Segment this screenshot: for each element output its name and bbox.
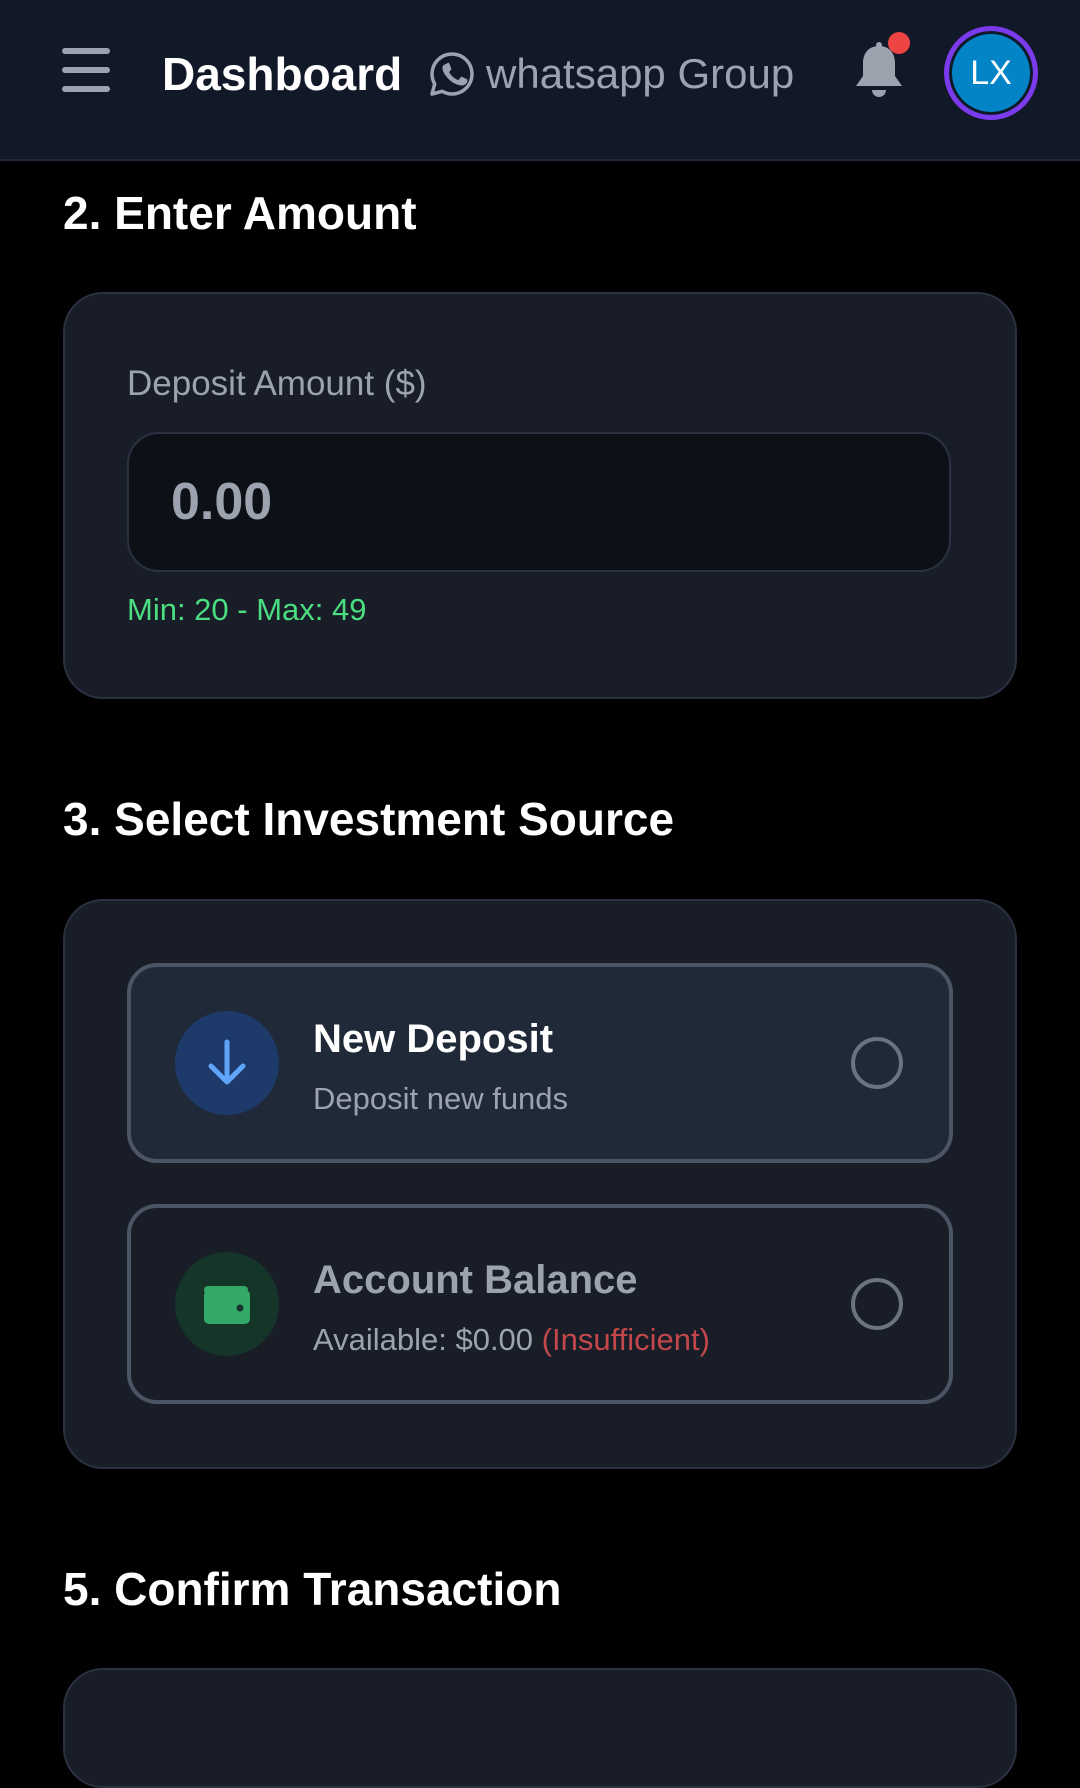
amount-card: Deposit Amount ($) Min: 20 - Max: 49 [63,292,1017,699]
whatsapp-group-label: whatsapp Group [486,50,795,97]
new-deposit-subtitle: Deposit new funds [313,1081,569,1116]
account-balance-option[interactable]: Account Balance Available: $0.00 (Insuff… [127,1204,953,1404]
amount-limits: Min: 20 - Max: 49 [127,592,367,627]
source-card: New Deposit Deposit new funds Account Ba… [63,899,1017,1469]
new-deposit-radio[interactable] [851,1037,903,1089]
account-balance-title: Account Balance [313,1258,638,1302]
account-balance-subtitle: Available: $0.00 (Insufficient) [313,1322,710,1358]
insufficient-warning: (Insufficient) [541,1322,710,1357]
top-header: Dashboard whatsapp Group LX [0,0,1080,161]
page-title: Dashboard [162,48,403,100]
new-deposit-title: New Deposit [313,1017,554,1061]
available-balance-text: Available: $0.00 [313,1322,534,1357]
user-avatar[interactable]: LX [944,26,1038,120]
confirm-card [63,1668,1017,1788]
account-balance-radio[interactable] [851,1278,903,1330]
enter-amount-heading: 2. Enter Amount [63,187,417,239]
confirm-transaction-heading: 5. Confirm Transaction [63,1563,562,1615]
notification-dot [888,32,910,54]
arrow-down-icon [175,1011,279,1115]
wallet-icon [175,1252,279,1356]
new-deposit-option[interactable]: New Deposit Deposit new funds [127,963,953,1163]
deposit-amount-label: Deposit Amount ($) [127,364,427,403]
menu-icon[interactable] [62,48,110,92]
select-source-heading: 3. Select Investment Source [63,793,675,845]
whatsapp-icon [430,52,474,96]
deposit-amount-input[interactable] [127,432,951,572]
whatsapp-group-link[interactable]: whatsapp Group [428,44,794,104]
